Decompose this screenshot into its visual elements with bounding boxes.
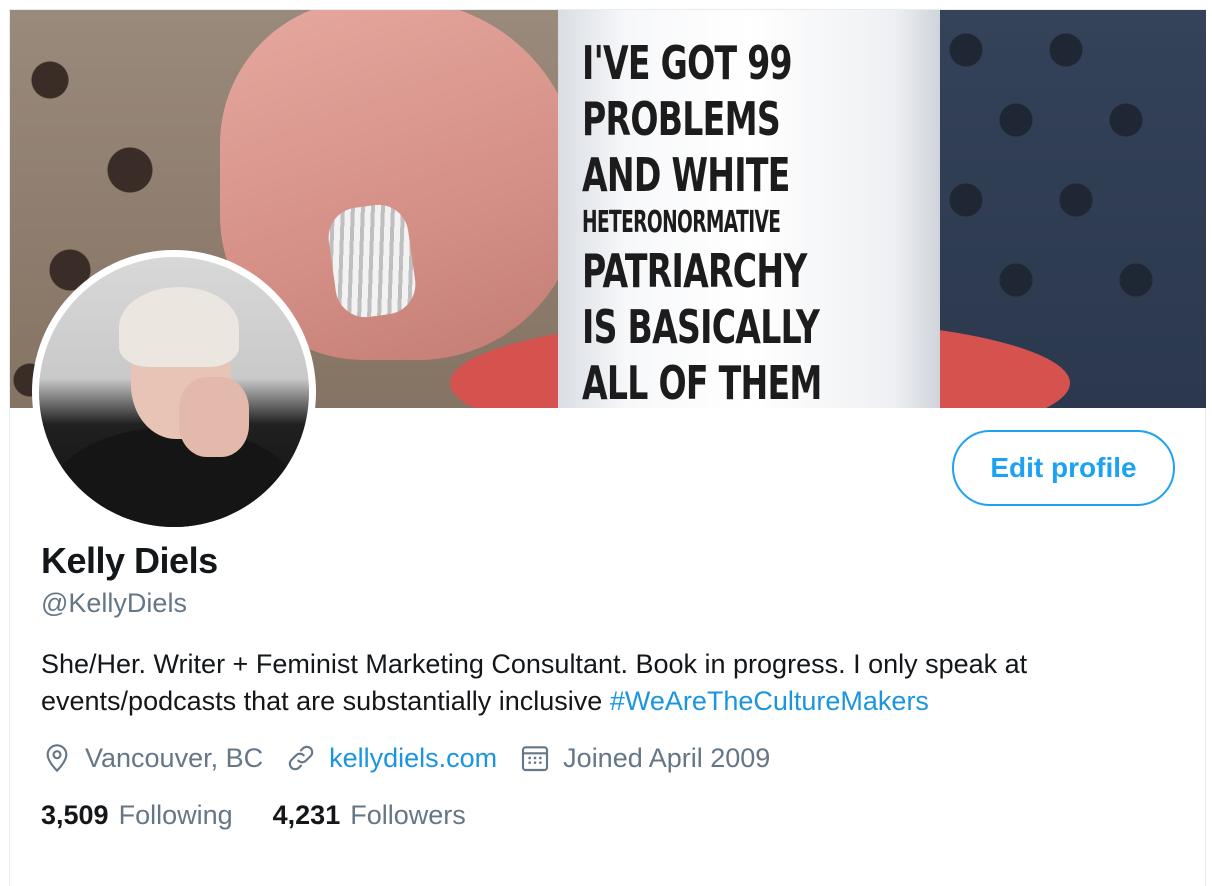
mug-line: PROBLEMS bbox=[582, 92, 781, 146]
profile-bio: She/Her. Writer + Feminist Marketing Con… bbox=[41, 646, 1181, 720]
mug-line: AND WHITE bbox=[582, 148, 790, 202]
bio-hashtag-link[interactable]: #WeAreTheCultureMakers bbox=[610, 686, 929, 716]
avatar-hair bbox=[119, 287, 239, 367]
mug-line: HETERONORMATIVE bbox=[582, 205, 781, 240]
joined-text: Joined April 2009 bbox=[563, 742, 771, 773]
avatar-photo bbox=[39, 257, 309, 527]
mug-line: I'VE GOT 99 bbox=[582, 36, 793, 90]
joined-item: Joined April 2009 bbox=[519, 742, 770, 774]
edit-profile-button[interactable]: Edit profile bbox=[952, 430, 1175, 506]
display-name: Kelly Diels bbox=[41, 540, 218, 581]
website-item: kellydiels.com bbox=[285, 742, 497, 774]
calendar-icon bbox=[522, 746, 549, 772]
follow-stats: 3,509 Following 4,231 Followers bbox=[41, 800, 506, 831]
following-link[interactable]: 3,509 Following bbox=[41, 800, 233, 831]
followers-link[interactable]: 4,231 Followers bbox=[273, 800, 466, 831]
mug-slogan: I'VE GOT 99 PROBLEMS AND WHITE HETERONOR… bbox=[582, 40, 832, 408]
link-icon bbox=[288, 745, 314, 771]
mug-line: PATRIARCHY bbox=[582, 244, 807, 298]
followers-count: 4,231 bbox=[272, 800, 341, 830]
avatar-body bbox=[49, 427, 299, 527]
profile-meta: Vancouver, BC kellydiels.com Joined Apri… bbox=[41, 740, 792, 776]
following-label: Following bbox=[118, 800, 233, 830]
avatar-hand bbox=[179, 377, 249, 457]
location-pin-icon bbox=[46, 744, 68, 773]
mug-line: IS BASICALLY bbox=[582, 300, 820, 354]
following-count: 3,509 bbox=[41, 800, 109, 830]
avatar[interactable] bbox=[32, 250, 316, 534]
location-text: Vancouver, BC bbox=[85, 742, 264, 773]
website-link[interactable]: kellydiels.com bbox=[329, 743, 497, 774]
location-item: Vancouver, BC bbox=[41, 742, 263, 774]
followers-label: Followers bbox=[350, 800, 466, 830]
mug-line: ALL OF THEM bbox=[582, 356, 822, 408]
username-handle: @KellyDiels bbox=[41, 588, 187, 618]
